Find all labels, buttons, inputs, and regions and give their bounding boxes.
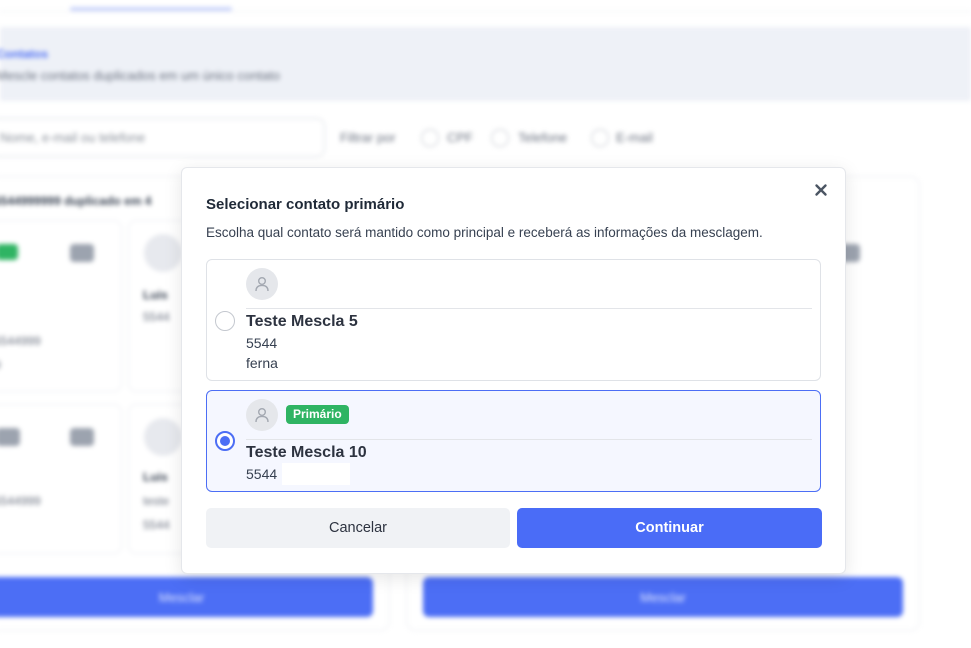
scrollbar[interactable] xyxy=(885,222,899,567)
search-placeholder: Nome, e-mail ou telefone xyxy=(0,130,146,145)
contact-name: Teste Mescla 10 xyxy=(246,444,367,461)
filter-option-cpf: CPF xyxy=(447,130,473,145)
contact-email: ferna xyxy=(246,355,278,371)
group-header: 5544999999 duplicado em 4 xyxy=(0,194,152,208)
redacted-area xyxy=(282,463,350,485)
cancel-button[interactable]: Cancelar xyxy=(206,508,510,548)
card-icon xyxy=(0,428,20,446)
contact-name: Teste Mescla 5 xyxy=(246,313,358,330)
modal-description: Escolha qual contato será mantido como p… xyxy=(206,225,763,240)
filter-option-email: E-mail xyxy=(616,130,653,145)
card-phone: 5544 xyxy=(143,518,170,532)
modal-title: Selecionar contato primário xyxy=(206,196,405,213)
contact-option-2[interactable]: Primário Teste Mescla 10 5544 xyxy=(206,390,821,492)
filter-label: Filtrar por xyxy=(340,130,396,145)
primary-badge: Primário xyxy=(286,405,349,424)
info-banner xyxy=(0,27,971,101)
status-badge xyxy=(0,244,18,260)
contact-phone: 5544 xyxy=(246,466,278,482)
filter-radio-email[interactable] xyxy=(591,129,609,147)
avatar xyxy=(144,418,182,456)
filter-radio-telefone[interactable] xyxy=(491,129,509,147)
active-tab-indicator xyxy=(70,7,232,11)
avatar xyxy=(246,399,278,431)
filter-radio-cpf[interactable] xyxy=(421,129,439,147)
card-icon xyxy=(70,244,94,262)
option-divider xyxy=(246,308,812,309)
merge-button[interactable]: Mesclar xyxy=(0,577,373,617)
card-line: teste xyxy=(143,494,170,508)
banner-title: Contatos xyxy=(0,47,48,61)
card-icon xyxy=(70,428,94,446)
card-phone: 5544 xyxy=(143,310,170,324)
contact-card[interactable] xyxy=(0,220,122,392)
contact-radio-checked[interactable] xyxy=(215,431,235,451)
filter-option-telefone: Telefone xyxy=(518,130,568,145)
contact-phone: 5544 xyxy=(246,335,278,351)
avatar xyxy=(246,268,278,300)
continue-button[interactable]: Continuar xyxy=(517,508,822,548)
merge-button[interactable]: Mesclar xyxy=(423,577,903,617)
contact-card[interactable] xyxy=(0,404,122,554)
card-extra: 9 xyxy=(0,358,1,372)
avatar xyxy=(144,234,182,272)
select-primary-contact-modal: Selecionar contato primário Escolha qual… xyxy=(181,167,846,574)
banner-subtitle: Mescle contatos duplicados em um único c… xyxy=(0,68,280,83)
card-name: Luis xyxy=(143,470,168,484)
card-name: Luis xyxy=(143,288,168,302)
card-phone: 5544999 xyxy=(0,334,41,348)
contact-radio[interactable] xyxy=(215,311,235,331)
user-icon xyxy=(255,277,269,292)
card-phone: 5544999 xyxy=(0,494,41,508)
option-divider xyxy=(246,439,812,440)
contact-option-1[interactable]: Teste Mescla 5 5544 ferna xyxy=(206,259,821,381)
close-icon[interactable] xyxy=(813,182,829,198)
user-icon xyxy=(255,408,269,423)
